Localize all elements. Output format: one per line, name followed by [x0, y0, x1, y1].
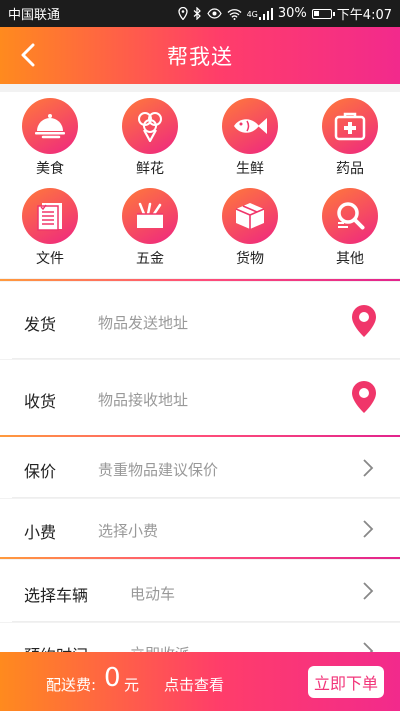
- schedule-label: 预约时间: [24, 642, 88, 652]
- category-flowers[interactable]: 鲜花: [110, 98, 190, 178]
- chevron-left-icon: [21, 43, 35, 67]
- tip-value: 选择小费: [98, 522, 159, 540]
- clock: 下午4:07: [336, 8, 392, 23]
- category-fresh[interactable]: 生鲜: [210, 98, 290, 178]
- category-hardware[interactable]: 五金: [110, 188, 190, 268]
- send-address-row[interactable]: 发货 物品发送地址: [0, 282, 400, 359]
- tip-row[interactable]: 小费 选择小费: [0, 499, 400, 557]
- wifi-icon: [227, 8, 242, 20]
- medkit-icon: [334, 112, 366, 141]
- category-documents[interactable]: 文件: [10, 188, 90, 268]
- location-pin-icon[interactable]: [350, 304, 378, 338]
- category-label: 美食: [36, 161, 64, 177]
- carrier-name: 中国联通: [8, 8, 61, 23]
- view-fee-link[interactable]: 点击查看: [164, 674, 224, 695]
- insurance-label: 保价: [24, 462, 57, 481]
- place-order-button[interactable]: 立即下单: [308, 666, 384, 698]
- network-type: 4G: [246, 10, 258, 19]
- fish-icon: [234, 118, 267, 134]
- flower-icon: [138, 112, 162, 142]
- box-icon: [235, 203, 265, 229]
- tip-label: 小费: [24, 523, 57, 542]
- chevron-right-icon: [363, 520, 374, 538]
- document-icon: [37, 203, 62, 231]
- vehicle-value: 电动车: [130, 585, 176, 603]
- category-grid: 美食 鲜花 生鲜 药品 文件 五金 货物 其他: [0, 92, 400, 278]
- order-footer: 配送费: 0 元 点击查看 立即下单: [0, 652, 400, 711]
- chevron-right-icon: [363, 642, 374, 652]
- category-goods[interactable]: 货物: [210, 188, 290, 268]
- chevron-right-icon: [363, 459, 374, 477]
- category-label: 五金: [136, 251, 164, 267]
- battery-percent: 30%: [277, 6, 307, 21]
- schedule-value: 立即收派: [130, 643, 190, 652]
- insurance-value: 贵重物品建议保价: [98, 461, 219, 479]
- section-divider: [0, 557, 400, 559]
- category-label: 鲜花: [136, 161, 164, 177]
- fee-amount: 0: [104, 663, 121, 693]
- location-icon: [177, 7, 188, 20]
- tools-icon: [137, 202, 163, 228]
- page-title: 帮我送: [167, 44, 233, 69]
- back-button[interactable]: [12, 39, 44, 71]
- status-icons: 4G 30% 下午4:07: [177, 4, 392, 23]
- header-bar: 帮我送: [0, 27, 400, 84]
- chevron-right-icon: [363, 582, 374, 600]
- vehicle-row[interactable]: 选择车辆 电动车: [0, 560, 400, 622]
- category-other[interactable]: 其他: [310, 188, 390, 268]
- insurance-row[interactable]: 保价 贵重物品建议保价: [0, 437, 400, 498]
- fee-unit: 元: [124, 676, 140, 694]
- send-address-placeholder: 物品发送地址: [98, 314, 189, 332]
- status-bar: 中国联通 4G 30% 下午4:07: [0, 0, 400, 27]
- cloche-icon: [35, 114, 65, 139]
- category-label: 药品: [336, 161, 364, 177]
- signal-icon: [258, 7, 273, 20]
- receive-address-row[interactable]: 收货 物品接收地址: [0, 360, 400, 435]
- vehicle-label: 选择车辆: [24, 586, 89, 605]
- category-food[interactable]: 美食: [10, 98, 90, 178]
- bluetooth-icon: [193, 7, 201, 20]
- send-label: 发货: [24, 315, 57, 334]
- schedule-row[interactable]: 预约时间 立即收派: [0, 623, 400, 652]
- category-label: 文件: [36, 251, 64, 267]
- section-divider: [0, 279, 400, 281]
- category-label: 货物: [236, 251, 264, 267]
- category-medicine[interactable]: 药品: [310, 98, 390, 178]
- location-pin-icon[interactable]: [350, 380, 378, 414]
- category-label: 其他: [336, 251, 364, 267]
- fee-label: 配送费:: [46, 676, 97, 694]
- magnifier-icon: [337, 202, 365, 230]
- category-label: 生鲜: [236, 161, 264, 177]
- receive-label: 收货: [24, 392, 57, 411]
- receive-address-placeholder: 物品接收地址: [98, 391, 189, 409]
- battery-icon: [311, 8, 335, 19]
- eye-icon: [206, 8, 222, 19]
